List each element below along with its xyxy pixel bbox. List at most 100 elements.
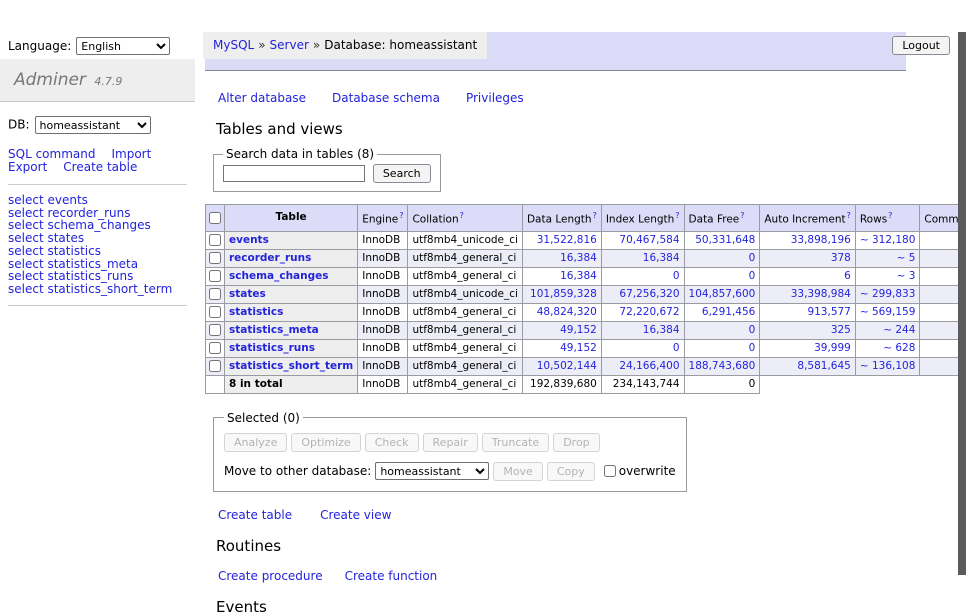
row-checkbox[interactable] xyxy=(209,342,221,354)
engine-cell: InnoDB xyxy=(358,267,408,285)
analyze-button[interactable]: Analyze xyxy=(224,433,287,452)
row-checkbox[interactable] xyxy=(209,360,221,372)
search-input[interactable] xyxy=(223,165,365,182)
table-name-link[interactable]: recorder_runs xyxy=(229,252,311,264)
index-length-link[interactable]: 24,166,400 xyxy=(619,360,679,372)
rows-link[interactable]: ~ 244 xyxy=(883,324,915,336)
create-table-sidebar-link[interactable]: Create table xyxy=(63,160,137,174)
index-length-link[interactable]: 67,256,320 xyxy=(619,288,679,300)
check-button[interactable]: Check xyxy=(365,433,419,452)
create-procedure-link[interactable]: Create procedure xyxy=(218,569,323,583)
db-select[interactable]: homeassistant xyxy=(35,116,151,134)
database-schema-link[interactable]: Database schema xyxy=(332,91,440,105)
auto-increment-link[interactable]: 378 xyxy=(831,252,851,264)
hint-link[interactable]: ? xyxy=(740,211,744,220)
copy-button[interactable]: Copy xyxy=(547,462,595,481)
table-name-link[interactable]: events xyxy=(229,234,269,246)
table-name-link[interactable]: schema_changes xyxy=(229,270,329,282)
hint-link[interactable]: ? xyxy=(675,211,679,220)
data-free-link[interactable]: 188,743,680 xyxy=(689,360,756,372)
import-link[interactable]: Import xyxy=(111,147,151,161)
breadcrumb-mysql-link[interactable]: MySQL xyxy=(213,38,254,52)
repair-button[interactable]: Repair xyxy=(423,433,478,452)
export-link[interactable]: Export xyxy=(8,160,47,174)
language-select[interactable]: English xyxy=(76,37,170,55)
move-button[interactable]: Move xyxy=(493,462,543,481)
index-length-link[interactable]: 16,384 xyxy=(643,252,680,264)
sidebar-item-select-statistics-short-term[interactable]: select statistics_short_term xyxy=(8,282,172,296)
rows-link[interactable]: ~ 628 xyxy=(883,342,915,354)
auto-increment-link[interactable]: 33,398,984 xyxy=(791,288,851,300)
index-length-link[interactable]: 72,220,672 xyxy=(619,306,679,318)
sql-command-link[interactable]: SQL command xyxy=(8,147,95,161)
adminer-brand[interactable]: Adminer xyxy=(14,70,86,90)
index-length-link[interactable]: 0 xyxy=(673,270,680,282)
section-title-tables: Tables and views xyxy=(216,120,906,138)
rows-link[interactable]: ~ 299,833 xyxy=(860,288,916,300)
alter-database-link[interactable]: Alter database xyxy=(218,91,306,105)
search-button[interactable]: Search xyxy=(373,164,431,183)
rows-link[interactable]: ~ 3 xyxy=(897,270,916,282)
breadcrumb-server-link[interactable]: Server xyxy=(270,38,309,52)
index-length-link[interactable]: 0 xyxy=(673,342,680,354)
rows-link[interactable]: ~ 5 xyxy=(897,252,916,264)
row-checkbox[interactable] xyxy=(209,252,221,264)
data-free-link[interactable]: 0 xyxy=(749,270,756,282)
data-length-link[interactable]: 16,384 xyxy=(560,252,597,264)
table-name-link[interactable]: states xyxy=(229,288,266,300)
hint-link[interactable]: ? xyxy=(593,211,597,220)
data-free-link[interactable]: 0 xyxy=(749,252,756,264)
data-length-link[interactable]: 101,859,328 xyxy=(530,288,597,300)
data-length-link[interactable]: 49,152 xyxy=(560,324,597,336)
auto-increment-link[interactable]: 325 xyxy=(831,324,851,336)
hint-link[interactable]: ? xyxy=(460,211,464,220)
truncate-button[interactable]: Truncate xyxy=(482,433,549,452)
row-checkbox[interactable] xyxy=(209,324,221,336)
privileges-link[interactable]: Privileges xyxy=(466,91,524,105)
overwrite-checkbox[interactable] xyxy=(604,465,616,477)
hint-link[interactable]: ? xyxy=(888,211,892,220)
data-length-link[interactable]: 31,522,816 xyxy=(537,234,597,246)
data-length-link[interactable]: 48,824,320 xyxy=(537,306,597,318)
create-view-link[interactable]: Create view xyxy=(320,508,391,522)
table-name-link[interactable]: statistics xyxy=(229,306,283,318)
hint-link[interactable]: ? xyxy=(399,211,403,220)
auto-increment-link[interactable]: 39,999 xyxy=(814,342,851,354)
row-checkbox[interactable] xyxy=(209,288,221,300)
scrollbar[interactable] xyxy=(958,32,966,575)
table-name-cell: recorder_runs xyxy=(225,249,358,267)
data-length-link[interactable]: 49,152 xyxy=(560,342,597,354)
auto-increment-link[interactable]: 913,577 xyxy=(807,306,850,318)
auto-increment-link[interactable]: 6 xyxy=(844,270,851,282)
hint-link[interactable]: ? xyxy=(847,211,851,220)
drop-button[interactable]: Drop xyxy=(553,433,599,452)
data-free-link[interactable]: 6,291,456 xyxy=(702,306,755,318)
row-checkbox-cell xyxy=(206,303,225,321)
optimize-button[interactable]: Optimize xyxy=(291,433,360,452)
row-checkbox[interactable] xyxy=(209,270,221,282)
data-free-link[interactable]: 0 xyxy=(749,324,756,336)
auto-increment-link[interactable]: 33,898,196 xyxy=(791,234,851,246)
table-name-link[interactable]: statistics_meta xyxy=(229,324,319,336)
total-engine-cell: InnoDB xyxy=(358,375,408,393)
rows-link[interactable]: ~ 136,108 xyxy=(860,360,916,372)
row-checkbox[interactable] xyxy=(209,234,221,246)
data-free-link[interactable]: 0 xyxy=(749,342,756,354)
rows-link[interactable]: ~ 569,159 xyxy=(860,306,916,318)
create-table-link[interactable]: Create table xyxy=(218,508,292,522)
data-length-link[interactable]: 10,502,144 xyxy=(537,360,597,372)
data-free-link[interactable]: 104,857,600 xyxy=(689,288,756,300)
index-length-link[interactable]: 70,467,584 xyxy=(619,234,679,246)
rows-link[interactable]: ~ 312,180 xyxy=(860,234,916,246)
auto-increment-link[interactable]: 8,581,645 xyxy=(797,360,850,372)
logout-button[interactable]: Logout xyxy=(892,36,950,55)
data-length-link[interactable]: 16,384 xyxy=(560,270,597,282)
create-function-link[interactable]: Create function xyxy=(345,569,438,583)
select-all-checkbox[interactable] xyxy=(209,212,221,224)
table-name-link[interactable]: statistics_runs xyxy=(229,342,315,354)
table-name-link[interactable]: statistics_short_term xyxy=(229,360,353,372)
data-free-link[interactable]: 50,331,648 xyxy=(695,234,755,246)
move-db-select[interactable]: homeassistant xyxy=(375,462,489,480)
row-checkbox[interactable] xyxy=(209,306,221,318)
index-length-link[interactable]: 16,384 xyxy=(643,324,680,336)
